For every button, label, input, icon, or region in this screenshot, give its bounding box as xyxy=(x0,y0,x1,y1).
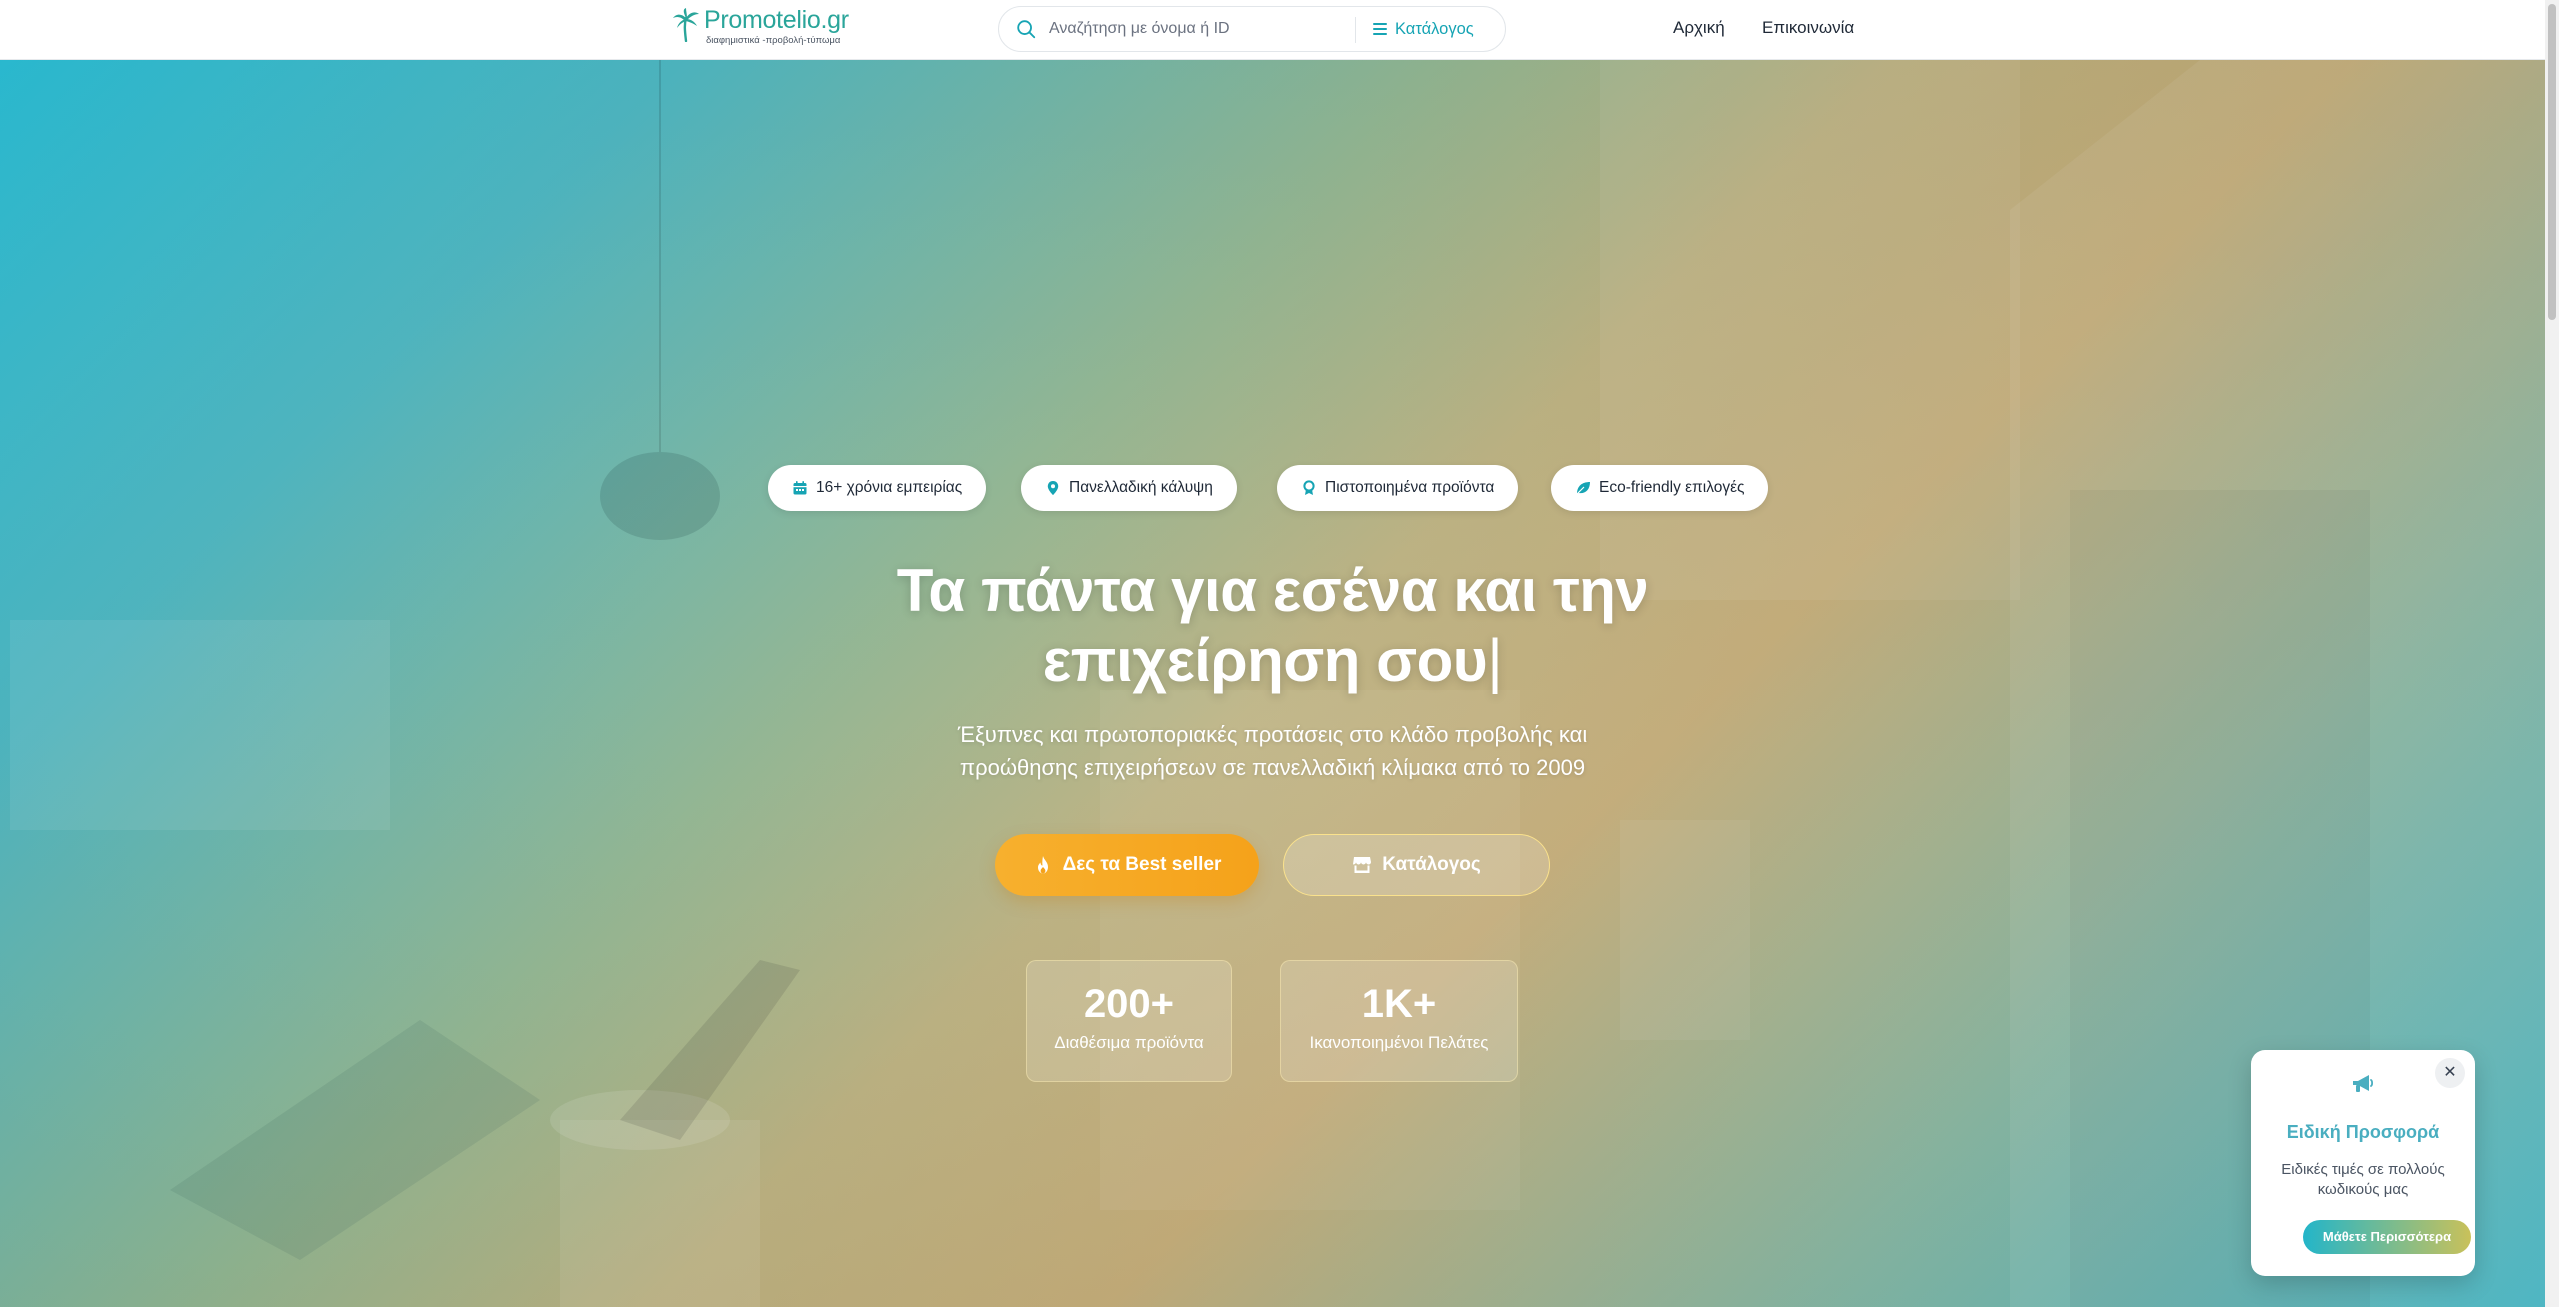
badge-coverage-label: Πανελλαδική κάλυψη xyxy=(1069,479,1213,496)
search-input[interactable] xyxy=(1047,19,1347,39)
typing-caret: | xyxy=(1487,627,1503,694)
hero-subtitle-line2: προώθησης επιχειρήσεων σε πανελλαδική κλ… xyxy=(959,755,1586,780)
nav-contact[interactable]: Επικοινωνία xyxy=(1762,18,1854,38)
search-icon xyxy=(1017,20,1036,39)
leaf-icon xyxy=(1576,482,1590,495)
fire-icon xyxy=(1037,856,1048,874)
search-bar: Κατάλογος xyxy=(998,6,1506,52)
site-header: Promotelio.gr διαφημιστικά -προβολή-τύπω… xyxy=(0,0,2545,60)
feature-badges: 16+ χρόνια εμπειρίας Πανελλαδική κάλυψη … xyxy=(0,465,2545,511)
stat-products-value: 200+ xyxy=(1083,982,1175,1026)
logo-tagline: διαφημιστικά -προβολή-τύπωμα xyxy=(706,35,841,46)
stat-products: 200+ Διαθέσιμα προϊόντα xyxy=(1026,960,1232,1082)
badge-experience-label: 16+ χρόνια εμπειρίας xyxy=(816,479,963,496)
offer-learn-more-button[interactable]: Μάθετε Περισσότερα xyxy=(2303,1220,2471,1254)
bestseller-button-label: Δες τα Best seller xyxy=(1062,854,1222,875)
hero-subtitle: Έξυπνες και πρωτοποριακές προτάσεις στο … xyxy=(0,718,2545,784)
hero-title-line2: επιχείρηση σου xyxy=(1042,627,1488,694)
logo-name: Promotelio.gr xyxy=(704,6,849,34)
hero-subtitle-line1: Έξυπνες και πρωτοποριακές προτάσεις στο … xyxy=(957,722,1588,747)
bestseller-button[interactable]: Δες τα Best seller xyxy=(995,834,1259,896)
calendar-icon xyxy=(793,481,807,495)
hero-title-line1: Τα πάντα για εσένα και την xyxy=(896,557,1649,624)
location-pin-icon xyxy=(1047,481,1059,495)
page-scrollbar[interactable] xyxy=(2545,0,2559,1307)
logo-text: Promotelio.gr διαφημιστικά -προβολή-τύπω… xyxy=(704,8,849,46)
stat-customers-label: Ικανοποιημένοι Πελάτες xyxy=(1309,1033,1489,1052)
scrollbar-thumb[interactable] xyxy=(2548,4,2556,320)
badge-eco-label: Eco-friendly επιλογές xyxy=(1599,479,1745,496)
special-offer-popup: ✕ Ειδική Προσφορά Ειδικές τιμές σε πολλο… xyxy=(2251,1050,2475,1276)
hero-title: Τα πάντα για εσένα και την επιχείρηση σο… xyxy=(0,556,2545,696)
badge-certified: Πιστοποιημένα προϊόντα xyxy=(1277,465,1519,511)
megaphone-icon xyxy=(2353,1075,2374,1092)
stat-products-label: Διαθέσιμα προϊόντα xyxy=(1054,1033,1204,1052)
palm-logo-icon xyxy=(673,8,699,42)
search-catalog-button[interactable]: Κατάλογος xyxy=(1373,7,1474,51)
search-catalog-label: Κατάλογος xyxy=(1395,19,1474,38)
hero-title-line2-wrap: επιχείρηση σου| xyxy=(0,626,2545,696)
close-icon[interactable]: ✕ xyxy=(2435,1058,2465,1088)
badge-certified-label: Πιστοποιημένα προϊόντα xyxy=(1325,479,1495,496)
award-icon xyxy=(1303,480,1315,495)
stat-customers-value: 1K+ xyxy=(1361,982,1437,1026)
logo-link[interactable]: Promotelio.gr διαφημιστικά -προβολή-τύπω… xyxy=(672,8,849,46)
menu-icon xyxy=(1373,23,1387,35)
offer-text: Ειδικές τιμές σε πολλούς κωδικούς μας xyxy=(2281,1161,2445,1198)
store-icon xyxy=(1353,857,1372,873)
offer-title: Ειδική Προσφορά xyxy=(2286,1122,2440,1142)
hero-catalog-button[interactable]: Κατάλογος xyxy=(1283,834,1550,896)
stat-customers: 1K+ Ικανοποιημένοι Πελάτες xyxy=(1280,960,1518,1082)
hero-catalog-button-label: Κατάλογος xyxy=(1382,854,1481,875)
badge-coverage: Πανελλαδική κάλυψη xyxy=(1021,465,1237,511)
badge-experience: 16+ χρόνια εμπειρίας xyxy=(768,465,987,511)
badge-eco: Eco-friendly επιλογές xyxy=(1551,465,1769,511)
search-divider xyxy=(1355,17,1356,43)
nav-home[interactable]: Αρχική xyxy=(1673,18,1725,38)
